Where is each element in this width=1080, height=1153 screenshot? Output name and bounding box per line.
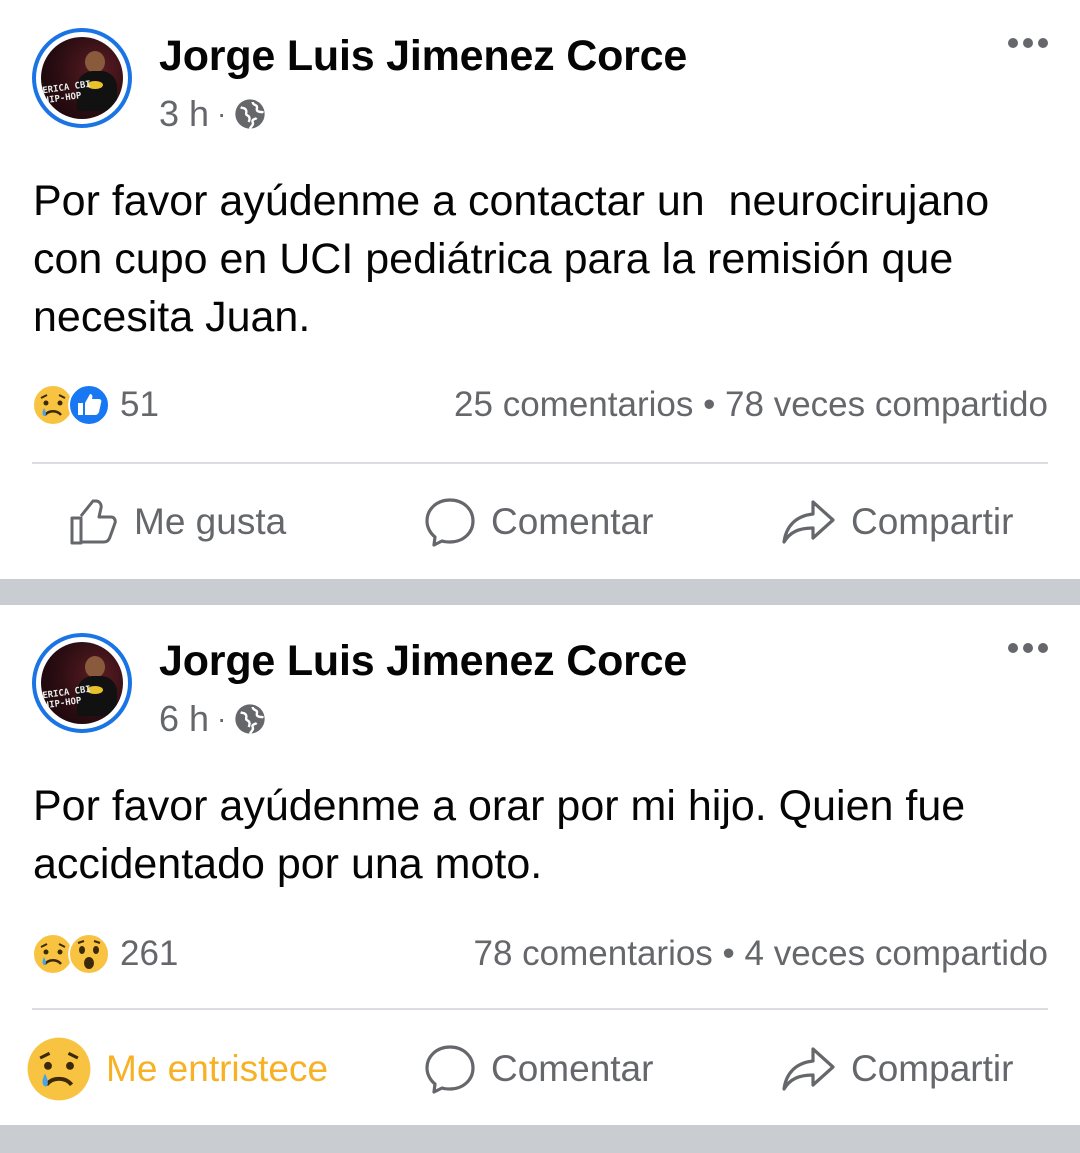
post-card: ERICA CBI HIP-HOP Jorge Luis Jimenez Cor… <box>0 605 1080 1125</box>
reaction-count: 261 <box>120 934 179 973</box>
comment-share-counts[interactable]: 25 comentarios • 78 veces compartido <box>454 385 1048 425</box>
share-icon <box>782 500 835 544</box>
share-label: Compartir <box>851 501 1014 542</box>
feed-separator <box>0 1125 1080 1153</box>
avatar[interactable]: ERICA CBI HIP-HOP <box>32 28 132 128</box>
comment-icon <box>425 1045 475 1094</box>
sad-reaction-button[interactable]: Me entristece <box>26 1033 328 1105</box>
post-time[interactable]: 6 h <box>159 698 209 740</box>
post-stats: 51 25 comentarios • 78 veces compartido <box>32 378 1048 432</box>
reaction-count: 51 <box>120 385 159 424</box>
meta-separator: · <box>217 703 227 734</box>
more-options-icon[interactable] <box>1008 643 1048 653</box>
wow-reaction-icon <box>68 933 110 975</box>
reactions-summary[interactable]: 51 <box>32 384 159 426</box>
author-name[interactable]: Jorge Luis Jimenez Corce <box>159 32 687 81</box>
more-options-icon[interactable] <box>1008 38 1048 48</box>
avatar[interactable]: ERICA CBI HIP-HOP <box>32 633 132 733</box>
post-text: Por favor ayúdenme a orar por mi hijo. Q… <box>33 782 978 888</box>
comment-icon <box>425 498 475 547</box>
divider <box>32 1008 1048 1010</box>
post-meta: 6 h · <box>159 698 266 740</box>
post-card: ERICA CBI HIP-HOP Jorge Luis Jimenez Cor… <box>0 0 1080 579</box>
post-stats: 261 78 comentarios • 4 veces compartido <box>32 927 1048 981</box>
reactions-summary[interactable]: 261 <box>32 933 178 975</box>
share-label: Compartir <box>851 1048 1014 1089</box>
post-text: Por favor ayúdenme a contactar un neuroc… <box>33 177 1002 341</box>
like-button[interactable]: Me gusta <box>68 486 286 558</box>
thumbs-up-icon <box>70 499 117 545</box>
action-bar: Me gusta Comentar Compartir <box>0 486 1080 558</box>
like-reaction-icon <box>68 384 110 426</box>
like-label: Me gusta <box>134 501 287 542</box>
sad-reaction-icon <box>27 1037 91 1101</box>
comment-button[interactable]: Comentar <box>423 486 653 558</box>
comment-button[interactable]: Comentar <box>423 1033 653 1105</box>
comment-label: Comentar <box>491 501 654 542</box>
comment-share-counts[interactable]: 78 comentarios • 4 veces compartido <box>474 934 1048 974</box>
share-button[interactable]: Compartir <box>781 486 1013 558</box>
share-button[interactable]: Compartir <box>781 1033 1013 1105</box>
globe-icon <box>235 704 266 735</box>
divider <box>32 462 1048 464</box>
action-bar: Me entristece Comentar Compartir <box>0 1033 1080 1105</box>
meta-separator: · <box>217 98 227 129</box>
post-time[interactable]: 3 h <box>159 93 209 135</box>
author-name[interactable]: Jorge Luis Jimenez Corce <box>159 637 687 686</box>
post-meta: 3 h · <box>159 93 266 135</box>
globe-icon <box>235 99 266 130</box>
comment-label: Comentar <box>491 1048 654 1089</box>
sad-reaction-label: Me entristece <box>106 1048 329 1089</box>
feed-separator <box>0 579 1080 605</box>
share-icon <box>782 1047 835 1091</box>
